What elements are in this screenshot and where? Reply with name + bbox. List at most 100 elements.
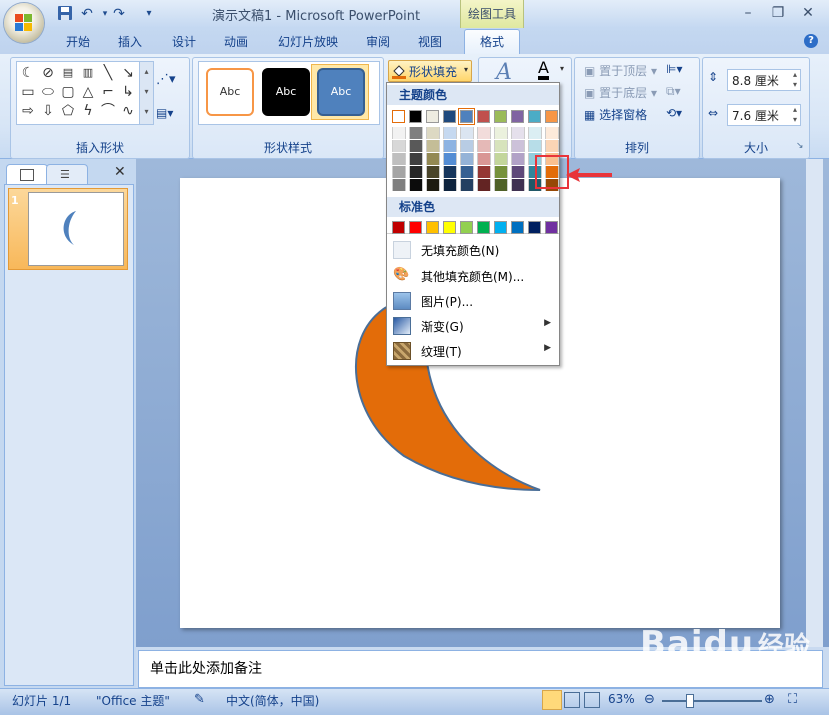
textbox-insert-icon[interactable]: ▤▾ xyxy=(156,106,173,120)
group-icon[interactable]: ⧉▾ xyxy=(666,84,681,99)
redo-icon[interactable]: ↷ xyxy=(110,5,128,23)
close-pane-icon[interactable]: ✕ xyxy=(114,164,126,180)
moon-shape-icon[interactable]: ☾ xyxy=(19,64,37,82)
shapes-gallery[interactable]: ☾ ⊘ ▤ ▥ ╲ ↘ ▭ ⬭ ▢ △ ⌐ ↳ ⇨ ⇩ ⬠ ϟ ⌒ ∿ ▴ ▾ ▾ xyxy=(16,61,154,125)
gradient-menu-item[interactable]: 渐变(G) ▶ xyxy=(387,313,559,337)
theme-shade-swatch[interactable] xyxy=(409,166,423,178)
theme-shade-swatch[interactable] xyxy=(443,127,457,139)
tab-home[interactable]: 开始 xyxy=(58,31,98,53)
save-icon[interactable] xyxy=(56,5,74,23)
rectangle-shape-icon[interactable]: ▭ xyxy=(19,83,37,101)
theme-shade-swatch[interactable] xyxy=(477,153,491,165)
rotate-icon[interactable]: ⟲▾ xyxy=(666,106,682,120)
theme-color-swatch[interactable] xyxy=(494,110,507,123)
theme-shade-swatch[interactable] xyxy=(511,127,525,139)
notes-placeholder[interactable]: 单击此处添加备注 xyxy=(150,658,262,678)
triangle-shape-icon[interactable]: △ xyxy=(79,83,97,101)
theme-shade-swatch[interactable] xyxy=(443,166,457,178)
theme-shade-swatch[interactable] xyxy=(511,153,525,165)
down-arrow-shape-icon[interactable]: ⇩ xyxy=(39,102,57,120)
zoom-slider-track[interactable] xyxy=(662,700,762,702)
style-thumb-blue[interactable]: Abc xyxy=(317,68,365,116)
standard-color-swatch[interactable] xyxy=(477,221,490,234)
spellcheck-icon[interactable]: ✎ xyxy=(194,692,205,707)
slideshow-view-icon[interactable] xyxy=(584,692,600,708)
theme-color-swatch[interactable] xyxy=(443,110,456,123)
zoom-level[interactable]: 63% xyxy=(608,692,635,706)
selection-pane-button[interactable]: ▦ 选择窗格 xyxy=(584,106,647,123)
theme-shade-swatch[interactable] xyxy=(494,153,508,165)
shape-height-input[interactable]: 8.8 厘米 ▴ ▾ xyxy=(727,69,801,91)
theme-shade-swatch[interactable] xyxy=(528,127,542,139)
close-icon[interactable]: ✕ xyxy=(796,3,820,23)
vertical-scrollbar[interactable] xyxy=(806,159,823,647)
theme-shade-swatch[interactable] xyxy=(409,179,423,191)
height-spinner-icon[interactable]: ▴ ▾ xyxy=(793,70,797,90)
theme-shade-swatch[interactable] xyxy=(392,140,406,152)
undo-icon[interactable]: ↶ xyxy=(78,5,96,23)
more-fill-colors-menu-item[interactable]: 🎨 其他填充颜色(M)... xyxy=(387,263,559,287)
theme-color-swatch[interactable] xyxy=(458,108,475,125)
tab-review[interactable]: 审阅 xyxy=(358,31,398,53)
theme-shade-swatch[interactable] xyxy=(460,140,474,152)
no-fill-menu-item[interactable]: 无填充颜色(N) xyxy=(387,237,559,261)
theme-shade-swatch[interactable] xyxy=(511,179,525,191)
help-icon[interactable]: ? xyxy=(804,34,818,48)
theme-color-swatch[interactable] xyxy=(409,110,422,123)
standard-color-swatch[interactable] xyxy=(426,221,439,234)
theme-shade-swatch[interactable] xyxy=(426,153,440,165)
curve-shape-icon[interactable]: ⌒ xyxy=(99,102,117,120)
theme-color-swatch[interactable] xyxy=(511,110,524,123)
theme-shade-swatch[interactable] xyxy=(460,179,474,191)
standard-color-swatch[interactable] xyxy=(443,221,456,234)
tab-slideshow[interactable]: 幻灯片放映 xyxy=(270,31,346,53)
bring-to-front-button[interactable]: ▣ 置于顶层 ▾ xyxy=(584,62,657,79)
standard-color-swatch[interactable] xyxy=(545,221,558,234)
tab-format[interactable]: 格式 xyxy=(464,29,520,56)
shape-fill-button[interactable]: 形状填充 ▾ xyxy=(388,60,472,82)
theme-shade-swatch[interactable] xyxy=(545,140,559,152)
text-fill-icon[interactable]: A xyxy=(538,60,549,80)
theme-shade-swatch[interactable] xyxy=(392,179,406,191)
theme-shade-swatch[interactable] xyxy=(460,127,474,139)
theme-shade-swatch[interactable] xyxy=(392,166,406,178)
office-button[interactable] xyxy=(4,3,44,43)
fit-to-window-icon[interactable]: ⛶ xyxy=(788,692,797,707)
theme-shade-swatch[interactable] xyxy=(494,127,508,139)
theme-color-swatch[interactable] xyxy=(528,110,541,123)
theme-shade-swatch[interactable] xyxy=(392,127,406,139)
align-icon[interactable]: ⊫▾ xyxy=(666,62,682,76)
oval-shape-icon[interactable]: ⬭ xyxy=(39,83,57,101)
theme-shade-swatch[interactable] xyxy=(528,140,542,152)
tab-animations[interactable]: 动画 xyxy=(216,31,256,53)
standard-color-swatch[interactable] xyxy=(409,221,422,234)
slide-sorter-view-icon[interactable] xyxy=(564,692,580,708)
theme-shade-swatch[interactable] xyxy=(494,166,508,178)
theme-shade-swatch[interactable] xyxy=(443,140,457,152)
theme-shade-swatch[interactable] xyxy=(426,140,440,152)
send-to-back-button[interactable]: ▣ 置于底层 ▾ xyxy=(584,84,657,101)
theme-color-swatch[interactable] xyxy=(545,110,558,123)
theme-shade-swatch[interactable] xyxy=(443,179,457,191)
no-symbol-shape-icon[interactable]: ⊘ xyxy=(39,64,57,82)
theme-color-swatch[interactable] xyxy=(477,110,490,123)
texture-menu-item[interactable]: 纹理(T) ▶ xyxy=(387,338,559,362)
theme-shade-swatch[interactable] xyxy=(460,166,474,178)
line-shape-icon[interactable]: ╲ xyxy=(99,64,117,82)
shapes-gallery-scroll[interactable]: ▴ ▾ ▾ xyxy=(139,62,153,124)
standard-color-swatch[interactable] xyxy=(460,221,473,234)
theme-shade-swatch[interactable] xyxy=(426,127,440,139)
zoom-in-icon[interactable]: ⊕ xyxy=(764,692,775,707)
tab-slides-thumbnails[interactable] xyxy=(6,164,48,185)
tab-design[interactable]: 设计 xyxy=(164,31,204,53)
normal-view-icon[interactable] xyxy=(542,690,562,710)
tab-view[interactable]: 视图 xyxy=(410,31,450,53)
theme-shade-swatch[interactable] xyxy=(494,140,508,152)
theme-shade-swatch[interactable] xyxy=(511,140,525,152)
theme-shade-swatch[interactable] xyxy=(443,153,457,165)
theme-shade-swatch[interactable] xyxy=(477,166,491,178)
theme-shade-swatch[interactable] xyxy=(426,166,440,178)
zoom-out-icon[interactable]: ⊖ xyxy=(644,692,655,707)
status-language[interactable]: 中文(简体，中国) xyxy=(226,692,319,709)
theme-shade-swatch[interactable] xyxy=(409,153,423,165)
